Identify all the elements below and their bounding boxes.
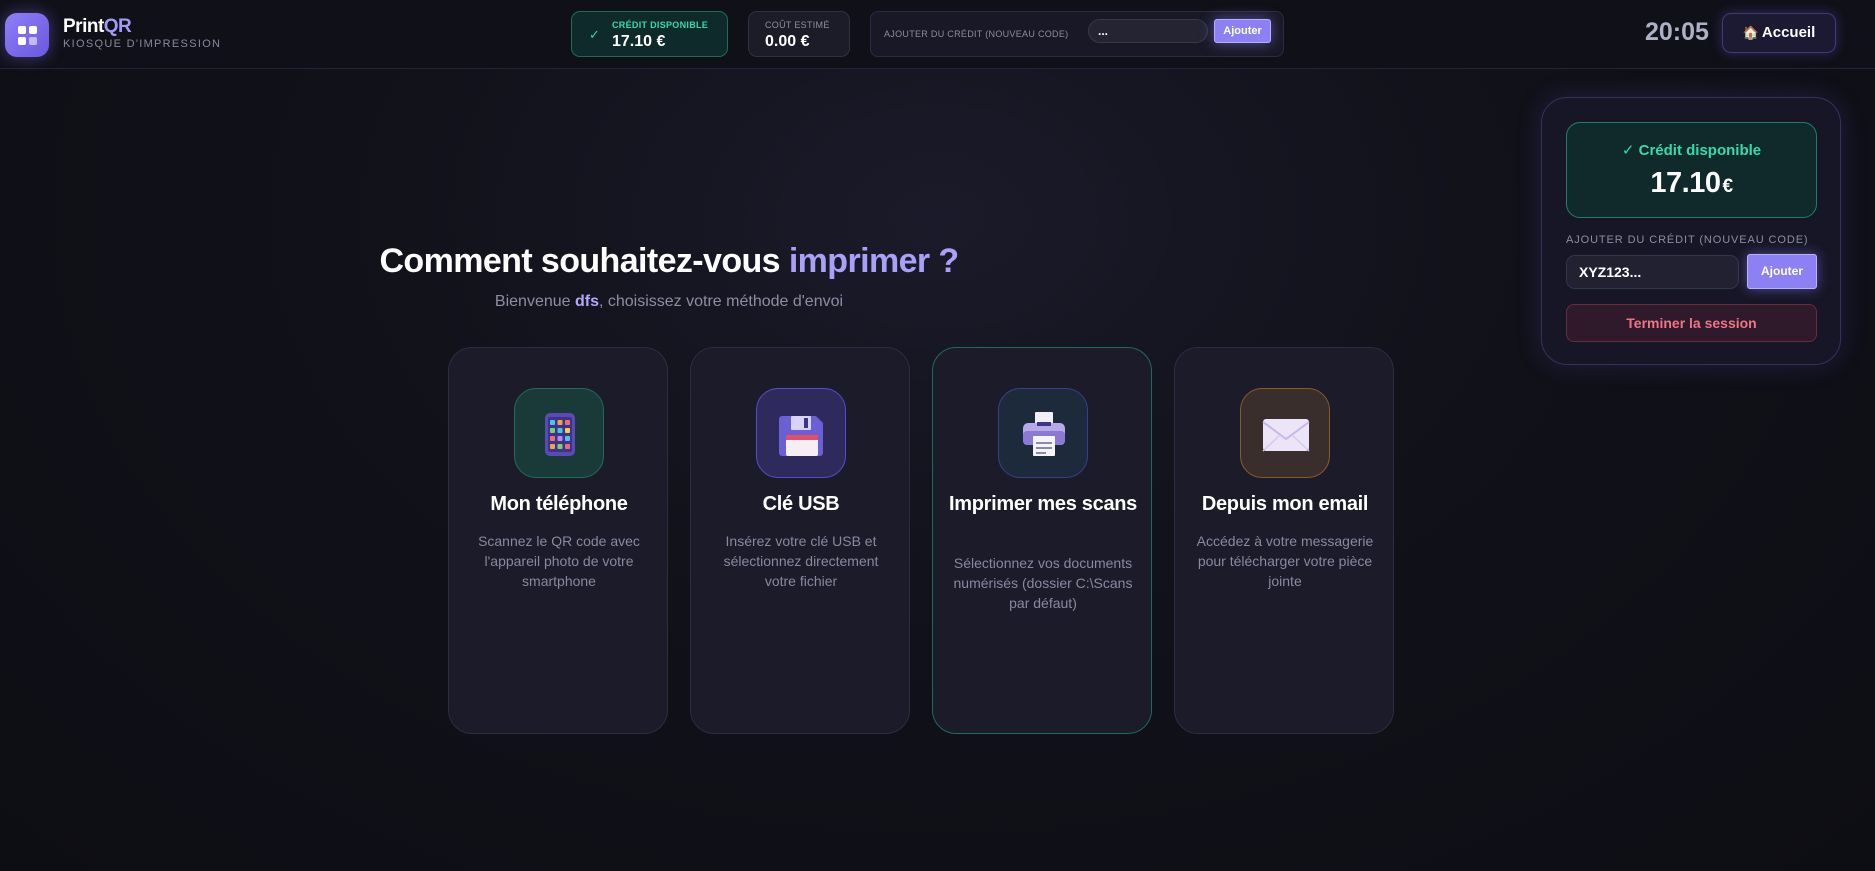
- method-card-title: Depuis mon email: [1201, 493, 1369, 515]
- method-card-scans[interactable]: Imprimer mes scans Sélectionnez vos docu…: [932, 347, 1152, 734]
- header-add-credit-button[interactable]: Ajouter: [1214, 19, 1271, 43]
- estimated-cost-value: 0.00 €: [765, 33, 810, 50]
- tablet-icon: [514, 388, 604, 478]
- username: dfs: [574, 293, 599, 310]
- credit-badge-label: CRÉDIT DISPONIBLE: [612, 20, 709, 30]
- method-card-title: Clé USB: [762, 493, 840, 515]
- page-title: Comment souhaitez-vous imprimer ?: [0, 242, 1338, 281]
- method-card-description: Accédez à votre messagerie pour téléchar…: [1196, 533, 1374, 589]
- header-add-credit-label: AJOUTER DU CRÉDIT (NOUVEAU CODE): [884, 29, 1069, 39]
- home-button-label: Accueil: [1761, 24, 1816, 41]
- credit-badge: ✓ CRÉDIT DISPONIBLE 17.10 €: [571, 11, 728, 57]
- method-card-email[interactable]: Depuis mon email Accédez à votre message…: [1174, 347, 1394, 734]
- method-card-usb[interactable]: Clé USB Insérez votre clé USB et sélecti…: [690, 347, 910, 734]
- home-button[interactable]: 🏠 Accueil: [1722, 13, 1836, 53]
- panel-credit-amount: 17.10: [1650, 167, 1721, 199]
- estimated-cost-label: COÛT ESTIMÉ: [765, 20, 830, 30]
- printer-icon: [998, 388, 1088, 478]
- subtitle-instruction: , choisissez votre méthode d'envoi: [598, 293, 844, 310]
- brand-name-main: Print: [63, 16, 104, 37]
- panel-credit-label: ✓ Crédit disponible: [1567, 141, 1816, 159]
- app-grid-icon: [5, 13, 49, 57]
- page-title-part1: Comment souhaitez-vous: [379, 242, 780, 280]
- subtitle-welcome: Bienvenue: [494, 293, 575, 310]
- checkmark-icon: ✓: [1621, 142, 1635, 159]
- panel-add-credit-label: AJOUTER DU CRÉDIT (NOUVEAU CODE): [1566, 234, 1809, 246]
- house-icon: 🏠: [1742, 25, 1759, 40]
- method-card-title: Imprimer mes scans: [948, 493, 1138, 515]
- method-card-title: Mon téléphone: [490, 493, 628, 515]
- page-title-highlight: imprimer ?: [788, 242, 959, 280]
- session-panel: ✓ Crédit disponible 17.10 € AJOUTER DU CR…: [1541, 97, 1841, 365]
- header-credit-code-input[interactable]: [1088, 19, 1208, 43]
- page-subtitle: Bienvenue dfs, choisissez votre méthode …: [0, 293, 1338, 311]
- estimated-cost-badge: COÛT ESTIMÉ 0.00 €: [748, 11, 850, 57]
- panel-add-credit-button[interactable]: Ajouter: [1747, 254, 1817, 289]
- header-add-credit-group: AJOUTER DU CRÉDIT (NOUVEAU CODE) Ajouter: [870, 11, 1284, 57]
- method-card-description: Scannez le QR code avec l'appareil photo…: [478, 533, 640, 589]
- credit-badge-value: 17.10 €: [612, 33, 666, 50]
- end-session-button[interactable]: Terminer la session: [1566, 304, 1817, 342]
- panel-credit-label-text: Crédit disponible: [1638, 142, 1762, 159]
- floppy-disk-icon: [756, 388, 846, 478]
- panel-credit-currency: €: [1722, 176, 1734, 197]
- top-bar: PrintQR KIOSQUE D'IMPRESSION ✓ CRÉDIT DI…: [0, 0, 1875, 69]
- panel-credit-value: 17.10 €: [1567, 167, 1816, 200]
- method-card-phone[interactable]: Mon téléphone Scannez le QR code avec l'…: [448, 347, 668, 734]
- brand-name: PrintQR: [63, 16, 132, 38]
- panel-credit-code-input[interactable]: [1566, 255, 1739, 289]
- method-card-description: Sélectionnez vos documents numérisés (do…: [953, 555, 1133, 611]
- checkmark-icon: ✓: [589, 27, 600, 42]
- envelope-icon: [1240, 388, 1330, 478]
- brand-subtitle: KIOSQUE D'IMPRESSION: [63, 38, 222, 50]
- clock: 20:05: [1645, 18, 1709, 46]
- brand-name-accent: QR: [103, 16, 132, 37]
- panel-credit-box: ✓ Crédit disponible 17.10 €: [1566, 122, 1817, 218]
- method-card-description: Insérez votre clé USB et sélectionnez di…: [723, 533, 879, 589]
